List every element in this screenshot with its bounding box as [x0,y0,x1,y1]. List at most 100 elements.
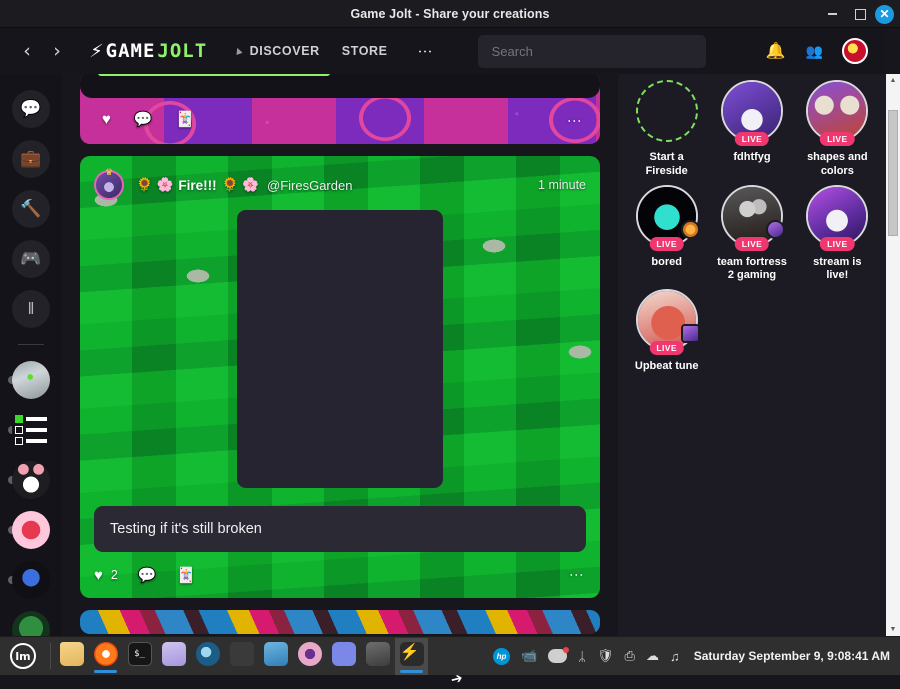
taskbar-item-game-jolt[interactable]: ⚡ [395,638,428,675]
taskbar-item-firefox[interactable] [89,638,122,675]
charts-icon[interactable]: ‖ [12,290,50,328]
author-emoji-prefix: 🌻 🌸 [136,177,173,193]
page-scrollbar[interactable]: ▲ ▼ [886,74,900,636]
scroll-up-arrow[interactable]: ▲ [886,74,900,87]
scrollbar-thumb[interactable] [888,110,898,236]
live-badge: LIVE [649,341,684,355]
feed-post-next[interactable] [80,610,600,634]
fireside-item[interactable]: LIVE stream is live! [801,183,874,284]
taskbar-item-steam[interactable] [191,638,224,675]
scroll-down-arrow[interactable]: ▼ [886,623,900,636]
discord-tray-icon[interactable] [548,649,567,663]
post-author-handle[interactable]: @FiresGarden [267,178,352,193]
user-avatar[interactable] [842,38,868,64]
back-icon[interactable]: ‹ [12,36,42,66]
post-author-avatar[interactable]: ♛ [94,170,124,200]
fireside-item[interactable]: LIVE bored [630,183,703,284]
search-input[interactable] [492,44,692,59]
fireside-item[interactable]: LIVE Upbeat tune [630,287,703,374]
fireside-start[interactable]: Start a Fireside [630,78,703,179]
rail-avatar-green[interactable] [12,611,50,636]
camera-icon [298,642,322,666]
friends-icon[interactable]: 👥 [806,43,822,60]
feed-post[interactable]: ♛ 🌻 🌸 Fire!!! 🌻 🌸 @FiresGarden 1 minute … [80,156,600,598]
taskbar-item-calculator[interactable] [225,638,258,675]
post-caption: Testing if it's still broken [94,506,586,552]
fireside-label: shapes and colors [801,151,874,179]
library-icon[interactable]: 🎮 [12,240,50,278]
fireside-item[interactable]: LIVE fdhtfyg [715,78,788,179]
rail-avatar-cat[interactable] [12,461,50,499]
post-options-icon[interactable]: ⋮ [570,568,584,582]
share-icon[interactable]: 🃏 [176,110,195,128]
fireside-label: Upbeat tune [635,360,699,374]
post-options-icon[interactable]: ⋮ [568,114,582,128]
drawing-icon [264,642,288,666]
maximize-button[interactable] [847,1,873,27]
post-feed[interactable]: ♥ 💬 🃏 ⋮ ♛ 🌻 🌸 Fire!!! 🌻 🌸 @FiresGarden 1… [62,74,618,636]
app-header: ‹ › ⚡ GAME JOLT ▲ DISCOVER STORE ⋮ 🔔 👥 [0,28,886,74]
hp-icon[interactable]: hp [493,648,510,665]
camera-tray-icon[interactable]: 📹 [521,648,537,664]
header-nav: ▲ DISCOVER STORE ⋮ [233,44,432,59]
fireside-owner-badge [681,220,700,239]
music-icon[interactable]: ♫ [670,649,680,664]
taskbar-item-camera[interactable] [293,638,326,675]
chat-icon[interactable]: 💬 [12,90,50,128]
like-button[interactable]: ♥ 2 [94,567,118,584]
live-badge: LIVE [649,237,684,251]
nav-discover[interactable]: ▲ DISCOVER [233,44,320,58]
taskbar-item-minecraft[interactable] [361,638,394,675]
calculator-icon [230,642,254,666]
feed-post-partial[interactable]: ♥ 💬 🃏 ⋮ [80,74,600,144]
live-badge: LIVE [735,132,770,146]
search-box[interactable] [478,35,706,68]
linux-mint-menu[interactable]: lm [0,637,46,676]
fireside-label: stream is live! [801,256,874,284]
firesides-grid: Start a Fireside LIVE fdhtfyg LIVE shape… [630,78,874,374]
taskbar-item-terminal[interactable]: $_ [123,638,156,675]
taskbar-item-drawing[interactable] [259,638,292,675]
wifi-icon[interactable]: ☁ [646,648,659,664]
taskbar-item-discord[interactable] [327,638,360,675]
system-tray: hp 📹 ᛦ 🛡 ⎙ ☁ ♫ Saturday September 9, 9:0… [493,648,900,665]
shop-icon[interactable]: 💼 [12,140,50,178]
comment-icon[interactable]: 💬 [134,110,153,128]
window-title: Game Jolt - Share your creations [0,7,900,21]
rail-avatar-blue-character[interactable] [12,561,50,599]
rail-avatar-photo[interactable] [12,361,50,399]
forward-icon[interactable]: › [42,36,72,66]
live-badge: LIVE [820,237,855,251]
fireside-label: bored [651,256,682,270]
close-button[interactable]: ✕ [875,5,894,24]
like-icon[interactable]: ♥ [102,111,111,128]
rail-avatar-checklist[interactable] [12,411,50,449]
post-media-player[interactable] [237,210,443,488]
fireside-item[interactable]: LIVE team fortress 2 gaming [715,183,788,284]
comment-button[interactable]: 💬 [138,566,157,584]
shield-icon[interactable]: 🛡 [597,648,614,664]
quests-icon[interactable]: 🔨 [12,190,50,228]
bluetooth-icon[interactable]: ᛦ [578,649,586,664]
notifications-bell-icon[interactable]: 🔔 [766,41,786,61]
header-more-icon[interactable]: ⋮ [418,44,433,59]
post-author[interactable]: 🌻 🌸 Fire!!! 🌻 🌸 @FiresGarden [136,177,352,193]
bolt-icon: ⚡ [89,41,105,62]
taskbar-item-text-editor[interactable] [157,638,190,675]
gamejolt-logo[interactable]: ⚡ GAME JOLT [90,40,207,62]
taskbar-item-files[interactable] [55,638,88,675]
minimize-button[interactable] [819,1,845,27]
fireside-item[interactable]: LIVE shapes and colors [801,78,874,179]
terminal-icon: $_ [128,642,152,666]
post-partial-header-mask [80,74,600,98]
nav-discover-label: DISCOVER [250,44,320,58]
printer-icon[interactable]: ⎙ [625,648,635,664]
share-button[interactable]: 🃏 [177,566,196,584]
fireside-label: fdhtfyg [733,151,770,165]
rail-avatar-star[interactable] [12,511,50,549]
like-count: 2 [111,568,118,582]
live-badge: LIVE [735,237,770,251]
taskbar-clock[interactable]: Saturday September 9, 9:08:41 AM [694,649,890,663]
nav-store[interactable]: STORE [342,44,388,58]
steam-icon [196,642,220,666]
